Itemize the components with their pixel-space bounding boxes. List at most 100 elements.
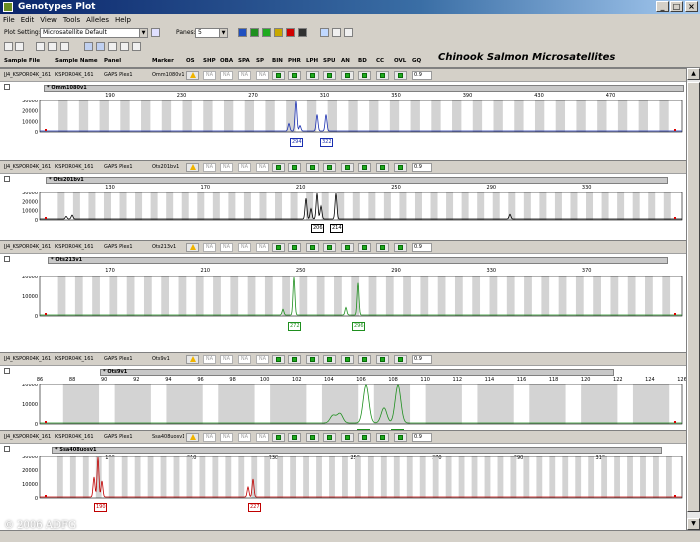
panes-select[interactable]: 5 ▼ [195,28,228,38]
quality-pass-icon[interactable] [376,71,389,80]
sort-icon[interactable] [96,42,105,51]
warning-triangle-icon[interactable] [186,355,199,364]
quality-pass-icon[interactable] [341,71,354,80]
quality-pass-icon[interactable] [288,163,301,172]
collapse-icon[interactable] [4,84,10,90]
locus-bar[interactable]: * Ssa408uosv1 [52,447,662,454]
quality-pass-icon[interactable] [358,71,371,80]
sample-info-row[interactable]: JJ4_KSPOR04K_161 KSPOR04K_161 GAPS Plex1 Ot… [0,161,686,174]
quality-pass-icon[interactable] [306,163,319,172]
warning-triangle-icon[interactable] [186,243,199,252]
quality-pass-icon[interactable] [376,243,389,252]
color-black-button[interactable] [298,28,307,37]
allele-call-label[interactable]: 322 [320,138,333,147]
color-lime-button[interactable] [262,28,271,37]
quality-pass-icon[interactable] [306,433,319,442]
quality-pass-icon[interactable] [323,243,336,252]
allele-call-label[interactable]: 206 [311,224,324,233]
column-header-lph[interactable]: LPH [306,58,318,64]
quality-pass-icon[interactable] [341,243,354,252]
allele-call-label[interactable]: 272 [288,322,301,331]
electropherogram-plot[interactable]: 30000 20000 10000 0 [0,456,686,522]
home-icon[interactable] [60,42,69,51]
quality-pass-icon[interactable] [394,355,407,364]
quality-pass-icon[interactable] [306,355,319,364]
quality-pass-icon[interactable] [272,243,285,252]
zoom-out-icon[interactable] [15,42,24,51]
layout-grid-icon[interactable] [320,28,329,37]
menu-tools[interactable]: Tools [60,14,83,26]
column-header-os[interactable]: OS [186,58,195,64]
locus-bar[interactable]: * Ots201bv1 [46,177,668,184]
minimize-button[interactable]: _ [656,1,669,12]
quality-pass-icon[interactable] [288,243,301,252]
column-header-ovl[interactable]: OVL [394,58,406,64]
column-header-sp[interactable]: SP [256,58,264,64]
color-red-button[interactable] [286,28,295,37]
quality-pass-icon[interactable] [394,243,407,252]
allele-call-label[interactable]: 227 [248,503,261,512]
delete-icon[interactable] [120,42,129,51]
quality-pass-icon[interactable] [394,163,407,172]
quality-pass-icon[interactable] [306,71,319,80]
quality-pass-icon[interactable] [341,163,354,172]
quality-pass-icon[interactable] [288,433,301,442]
column-header-sample-file[interactable]: Sample File [4,58,40,64]
column-header-bin[interactable]: BIN [272,58,283,64]
warning-triangle-icon[interactable] [186,433,199,442]
color-blue-button[interactable] [238,28,247,37]
vertical-scrollbar[interactable]: ▲ ▼ [686,68,700,530]
column-header-an[interactable]: AN [341,58,350,64]
color-yellow-button[interactable] [274,28,283,37]
plot-setting-editor-icon[interactable] [151,28,160,37]
quality-pass-icon[interactable] [394,71,407,80]
collapse-icon[interactable] [4,446,10,452]
menu-alleles[interactable]: Alleles [83,14,112,26]
locus-bar[interactable]: * Omm1080v1 [44,85,684,92]
column-header-spu[interactable]: SPU [323,58,335,64]
arrow-left-icon[interactable] [36,42,45,51]
scroll-thumb[interactable] [687,82,700,512]
allele-call-label[interactable]: 296 [352,322,365,331]
sample-info-row[interactable]: JJ4_KSPOR04K_161 KSPOR04K_161 GAPS Plex1 Om… [0,69,686,82]
sample-info-row[interactable]: JJ4_KSPOR04K_161 KSPOR04K_161 GAPS Plex1 Ot… [0,353,686,366]
column-header-bd[interactable]: BD [358,58,367,64]
quality-pass-icon[interactable] [288,355,301,364]
quality-pass-icon[interactable] [376,163,389,172]
menu-view[interactable]: View [37,14,60,26]
collapse-icon[interactable] [4,176,10,182]
collapse-icon[interactable] [4,368,10,374]
allele-call-label[interactable]: 190 [94,503,107,512]
quality-pass-icon[interactable] [272,355,285,364]
electropherogram-plot[interactable]: 30000 20000 10000 0 [0,192,686,244]
allele-call-label[interactable]: 294 [290,138,303,147]
view-list-icon[interactable] [332,28,341,37]
zoom-icon[interactable] [4,42,13,51]
maximize-button[interactable]: □ [670,1,683,12]
quality-pass-icon[interactable] [358,163,371,172]
warning-triangle-icon[interactable] [186,163,199,172]
plot-setting-select[interactable]: Microsatellite Default ▼ [40,28,148,38]
quality-pass-icon[interactable] [323,355,336,364]
column-header-marker[interactable]: Marker [152,58,174,64]
allele-call-label[interactable]: 214 [330,224,343,233]
column-header-shp[interactable]: SHP [203,58,216,64]
sample-info-row[interactable]: JJ4_KSPOR04K_161 KSPOR04K_161 GAPS Plex1 Ot… [0,241,686,254]
column-header-oba[interactable]: OBA [220,58,233,64]
quality-pass-icon[interactable] [272,163,285,172]
quality-pass-icon[interactable] [376,355,389,364]
scroll-up-icon[interactable]: ▲ [687,68,700,80]
warning-triangle-icon[interactable] [186,71,199,80]
sample-info-row[interactable]: JJ4_KSPOR04K_161 KSPOR04K_161 GAPS Plex1 Ss… [0,431,686,444]
quality-pass-icon[interactable] [376,433,389,442]
quality-pass-icon[interactable] [272,433,285,442]
color-green-button[interactable] [250,28,259,37]
scroll-down-icon[interactable]: ▼ [687,518,700,530]
quality-pass-icon[interactable] [358,355,371,364]
column-header-cc[interactable]: CC [376,58,384,64]
quality-pass-icon[interactable] [288,71,301,80]
column-header-gq[interactable]: GQ [412,58,421,64]
quality-pass-icon[interactable] [358,243,371,252]
quality-pass-icon[interactable] [358,433,371,442]
close-button[interactable]: × [685,1,698,12]
